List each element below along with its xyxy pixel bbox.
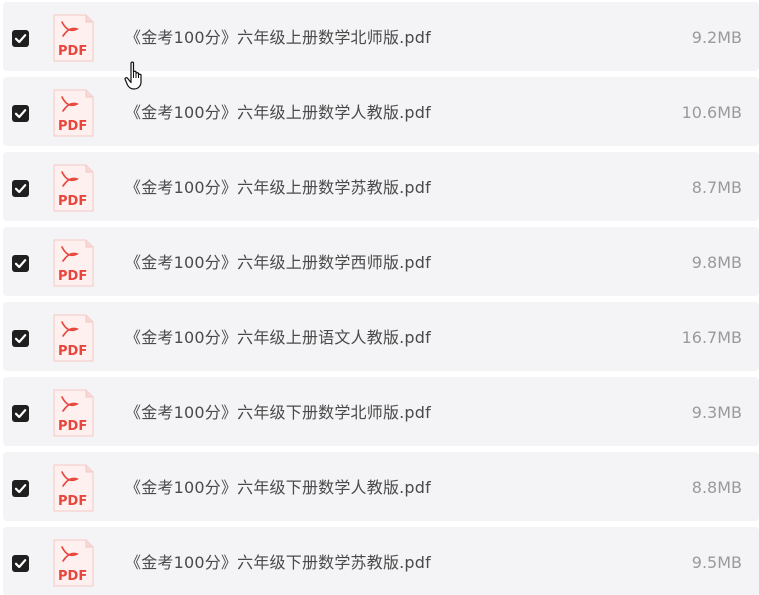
pdf-icon-label: PDF [58, 494, 87, 509]
checkmark-icon [14, 559, 27, 569]
file-name[interactable]: 《金考100分》六年级上册数学苏教版.pdf [125, 152, 431, 221]
file-row[interactable]: PDF 《金考100分》六年级上册数学人教版.pdf 10.6MB [3, 77, 759, 146]
file-size: 9.5MB [691, 553, 742, 572]
checkmark-icon [14, 409, 27, 419]
pdf-icon-label: PDF [58, 269, 87, 284]
checkmark-icon [14, 259, 27, 269]
pdf-file-icon: PDF [53, 164, 94, 212]
file-name[interactable]: 《金考100分》六年级上册语文人教版.pdf [125, 302, 431, 371]
file-size: 9.8MB [691, 253, 742, 272]
file-size: 9.2MB [691, 28, 742, 47]
file-size: 10.6MB [681, 103, 742, 122]
file-name[interactable]: 《金考100分》六年级下册数学北师版.pdf [125, 377, 431, 446]
file-row[interactable]: PDF 《金考100分》六年级下册数学北师版.pdf 9.3MB [3, 377, 759, 446]
file-name[interactable]: 《金考100分》六年级下册数学苏教版.pdf [125, 527, 431, 595]
pdf-file-icon: PDF [53, 464, 94, 512]
file-checkbox[interactable] [12, 105, 29, 122]
pdf-icon-label: PDF [58, 569, 87, 584]
file-name[interactable]: 《金考100分》六年级上册数学北师版.pdf [125, 2, 431, 71]
file-size: 8.7MB [691, 178, 742, 197]
checkmark-icon [14, 334, 27, 344]
file-checkbox[interactable] [12, 330, 29, 347]
file-list: PDF 《金考100分》六年级上册数学北师版.pdf 9.2MB PDF 《金考… [0, 0, 759, 595]
file-name[interactable]: 《金考100分》六年级下册数学人教版.pdf [125, 452, 431, 521]
file-size: 16.7MB [681, 328, 742, 347]
file-size: 9.3MB [691, 403, 742, 422]
pdf-icon-label: PDF [58, 419, 87, 434]
file-row[interactable]: PDF 《金考100分》六年级上册数学北师版.pdf 9.2MB [3, 2, 759, 71]
checkmark-icon [14, 484, 27, 494]
pdf-file-icon: PDF [53, 89, 94, 137]
pdf-file-icon: PDF [53, 239, 94, 287]
file-checkbox[interactable] [12, 405, 29, 422]
file-checkbox[interactable] [12, 180, 29, 197]
pdf-icon-label: PDF [58, 44, 87, 59]
pdf-icon-label: PDF [58, 194, 87, 209]
pdf-file-icon: PDF [53, 314, 94, 362]
checkmark-icon [14, 109, 27, 119]
file-name[interactable]: 《金考100分》六年级上册数学人教版.pdf [125, 77, 431, 146]
file-checkbox[interactable] [12, 555, 29, 572]
file-checkbox[interactable] [12, 480, 29, 497]
file-row[interactable]: PDF 《金考100分》六年级上册数学苏教版.pdf 8.7MB [3, 152, 759, 221]
file-row[interactable]: PDF 《金考100分》六年级下册数学苏教版.pdf 9.5MB [3, 527, 759, 595]
file-checkbox[interactable] [12, 30, 29, 47]
file-name[interactable]: 《金考100分》六年级上册数学西师版.pdf [125, 227, 431, 296]
file-row[interactable]: PDF 《金考100分》六年级下册数学人教版.pdf 8.8MB [3, 452, 759, 521]
checkmark-icon [14, 184, 27, 194]
file-row[interactable]: PDF 《金考100分》六年级上册语文人教版.pdf 16.7MB [3, 302, 759, 371]
pdf-file-icon: PDF [53, 14, 94, 62]
file-row[interactable]: PDF 《金考100分》六年级上册数学西师版.pdf 9.8MB [3, 227, 759, 296]
pdf-icon-label: PDF [58, 119, 87, 134]
file-size: 8.8MB [691, 478, 742, 497]
pdf-icon-label: PDF [58, 344, 87, 359]
file-checkbox[interactable] [12, 255, 29, 272]
pdf-file-icon: PDF [53, 389, 94, 437]
checkmark-icon [14, 34, 27, 44]
pdf-file-icon: PDF [53, 539, 94, 587]
